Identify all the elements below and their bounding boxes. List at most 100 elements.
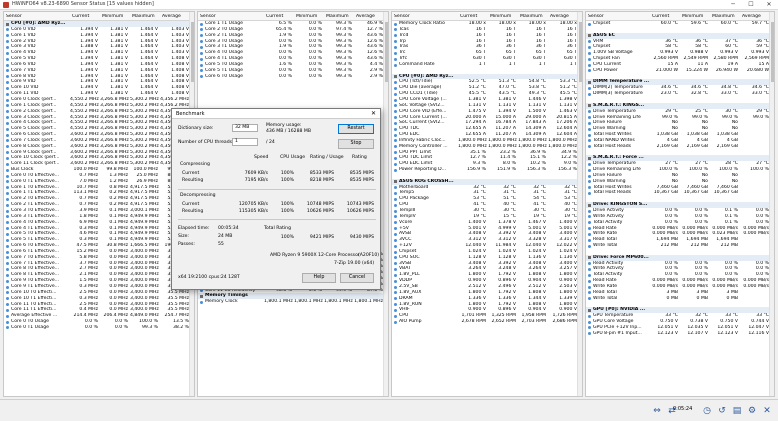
- benchmark-dialog: Benchmark ✕ Dictionary size: 32 MB Memor…: [171, 108, 381, 290]
- sensor-name: Write Total: [586, 296, 650, 302]
- threads-label: Number of CPU threads:: [178, 140, 234, 145]
- comp-result-usage: 100%: [280, 178, 294, 183]
- restart-button[interactable]: Restart: [338, 124, 374, 134]
- total-usage: 100%: [280, 235, 294, 240]
- column-header-0[interactable]: Sensor: [392, 14, 458, 19]
- log-icon[interactable]: ▤: [730, 404, 744, 417]
- minimize-button[interactable]: ─: [724, 0, 742, 9]
- threads-select[interactable]: 1: [232, 138, 258, 146]
- sensor-row[interactable]: AIO Pump 2,678 RPM 2,652 RPM 2,703 RPM 2,686…: [392, 319, 582, 325]
- column-header-2[interactable]: Minimum: [100, 14, 130, 19]
- passes-label: Passes:: [178, 242, 195, 247]
- column-header-2[interactable]: Minimum: [294, 14, 324, 19]
- current-value: 0.0 %: [278, 73, 292, 79]
- sensor-name: Core 6 T0 Usage: [198, 74, 264, 80]
- column-header-0[interactable]: Sensor: [4, 14, 70, 19]
- column-header-0[interactable]: Sensor: [198, 14, 264, 19]
- maximum-value: 12.123 V: [717, 330, 738, 336]
- sensor-name: Total Host Reads: [586, 190, 650, 196]
- zip-version: 7-Zip 19.00 (x64): [334, 261, 375, 266]
- minimum-value: 0.0 %: [114, 324, 128, 330]
- clock-icon[interactable]: ◷: [700, 404, 714, 417]
- column-header-4[interactable]: Average: [160, 14, 191, 19]
- minimum-value: 1,800.1 MHz: [294, 299, 323, 305]
- decompressing-label: Decompressing: [180, 193, 216, 198]
- sensor-name: GPU 8-pin #1 Input...: [586, 331, 650, 337]
- separator: [178, 189, 376, 190]
- dec-resulting-label: Resulting: [182, 209, 204, 214]
- dialog-title-bar: Benchmark ✕: [172, 109, 380, 119]
- col-rating: Rating: [352, 155, 367, 160]
- size-value: 24 MB: [218, 234, 233, 239]
- sensor-panel-1[interactable]: Sensor Current Minimum Maximum Average CPU [#…: [3, 11, 195, 397]
- column-header-2[interactable]: Minimum: [680, 14, 710, 19]
- current-value: 0.0 %: [84, 324, 98, 330]
- elapsed-value: 00:05:34: [218, 226, 239, 231]
- average-value: 2,686 RPM: [552, 319, 577, 325]
- column-header-4[interactable]: Average: [740, 14, 771, 19]
- comp-current-speed: 7609 KB/s: [244, 171, 268, 176]
- dictionary-select[interactable]: 32 MB: [232, 124, 258, 132]
- sensor-name: Total Host Reads: [586, 144, 650, 150]
- column-header-3[interactable]: Maximum: [324, 14, 354, 19]
- maximize-button[interactable]: ☐: [742, 0, 760, 9]
- column-header-3[interactable]: Maximum: [710, 14, 740, 19]
- separator: [178, 219, 376, 220]
- column-header-3[interactable]: Maximum: [130, 14, 160, 19]
- threads-total: / 24: [266, 140, 275, 145]
- close-sensors-icon[interactable]: ✕: [760, 404, 774, 417]
- column-header-2[interactable]: Minimum: [488, 14, 518, 19]
- column-header-1[interactable]: Current: [650, 14, 680, 19]
- stop-button[interactable]: Stop: [338, 139, 374, 149]
- app-icon: [3, 1, 9, 8]
- col-rating-usage: Rating / Usage: [310, 155, 344, 160]
- minimum-value: 0.0 %: [308, 73, 322, 79]
- nav-left-right-icon[interactable]: ⇔: [650, 404, 664, 417]
- sensor-name: Core 0 T1 Usage: [4, 325, 70, 331]
- sensor-row[interactable]: Memory Clock 1,800.1 MHz 1,800.1 MHz 1,800.…: [198, 299, 388, 305]
- memory-value: 436 MB / 16288 MB: [266, 129, 311, 134]
- col-cpu-usage: CPU Usage: [280, 155, 306, 160]
- sensor-name: Chipset: [586, 21, 650, 27]
- minimum-value: 2,652 RPM: [491, 319, 516, 325]
- total-rating: 9430 MIPS: [349, 235, 374, 240]
- sensor-panel-4[interactable]: Sensor Current Minimum Maximum Average Chipse…: [585, 11, 775, 397]
- column-header-1[interactable]: Current: [458, 14, 488, 19]
- sensor-row[interactable]: Core 6 T0 Usage 0.0 % 0.0 % 99.3 % 2.9 %: [198, 74, 388, 80]
- sensor-row[interactable]: GPU 8-pin #1 Input... 12.123 V 12.107 V 12.…: [586, 331, 774, 337]
- dec-current-speed: 120705 KB/s: [238, 202, 268, 207]
- current-value: 2,678 RPM: [461, 319, 486, 325]
- cpu-code: (A20F10): [358, 253, 380, 258]
- current-value: 12.123 V: [657, 330, 678, 336]
- column-header-1[interactable]: Current: [70, 14, 100, 19]
- column-header-4[interactable]: Average: [354, 14, 385, 19]
- column-header: Sensor Current Minimum Maximum Average: [4, 12, 194, 21]
- maximum-value: 2,703 RPM: [521, 319, 546, 325]
- size-label: Size:: [178, 234, 189, 239]
- sensor-row[interactable]: Core 0 T1 Usage 0.0 % 0.0 % 99.3 % 38.2 %: [4, 325, 194, 331]
- total-rating-usage: 9421 MIPS: [309, 235, 334, 240]
- scrollbar[interactable]: [577, 12, 582, 396]
- sensor-panel-3[interactable]: Sensor Current Minimum Maximum Average Memory…: [391, 11, 583, 397]
- column-header-1[interactable]: Current: [264, 14, 294, 19]
- cancel-button[interactable]: Cancel: [340, 273, 374, 283]
- reset-icon[interactable]: ↺: [715, 404, 729, 417]
- column-header-3[interactable]: Maximum: [518, 14, 548, 19]
- maximum-value: 1,800.1 MHz: [324, 299, 353, 305]
- cpu-name: AMD Ryzen 9 5900X 12-Core Processor: [270, 253, 360, 258]
- compressing-label: Compressing: [180, 162, 210, 167]
- help-button[interactable]: Help: [302, 273, 336, 283]
- comp-result-speed: 7195 KB/s: [244, 178, 268, 183]
- average-value: 12.116 V: [748, 330, 769, 336]
- column-header-4[interactable]: Average: [548, 14, 579, 19]
- dec-current-rating: 10743 MIPS: [346, 202, 374, 207]
- close-window-button[interactable]: ✕: [760, 0, 778, 9]
- dialog-close-icon[interactable]: ✕: [371, 110, 376, 117]
- column-header-0[interactable]: Sensor: [586, 14, 650, 19]
- scrollbar[interactable]: [769, 12, 774, 396]
- settings-icon[interactable]: ⚙: [745, 404, 759, 417]
- comp-current-label: Current: [182, 171, 200, 176]
- total-rating-label: Total Rating: [264, 226, 291, 231]
- scrollbar[interactable]: [383, 12, 388, 396]
- column-header: Sensor Current Minimum Maximum Average: [586, 12, 774, 21]
